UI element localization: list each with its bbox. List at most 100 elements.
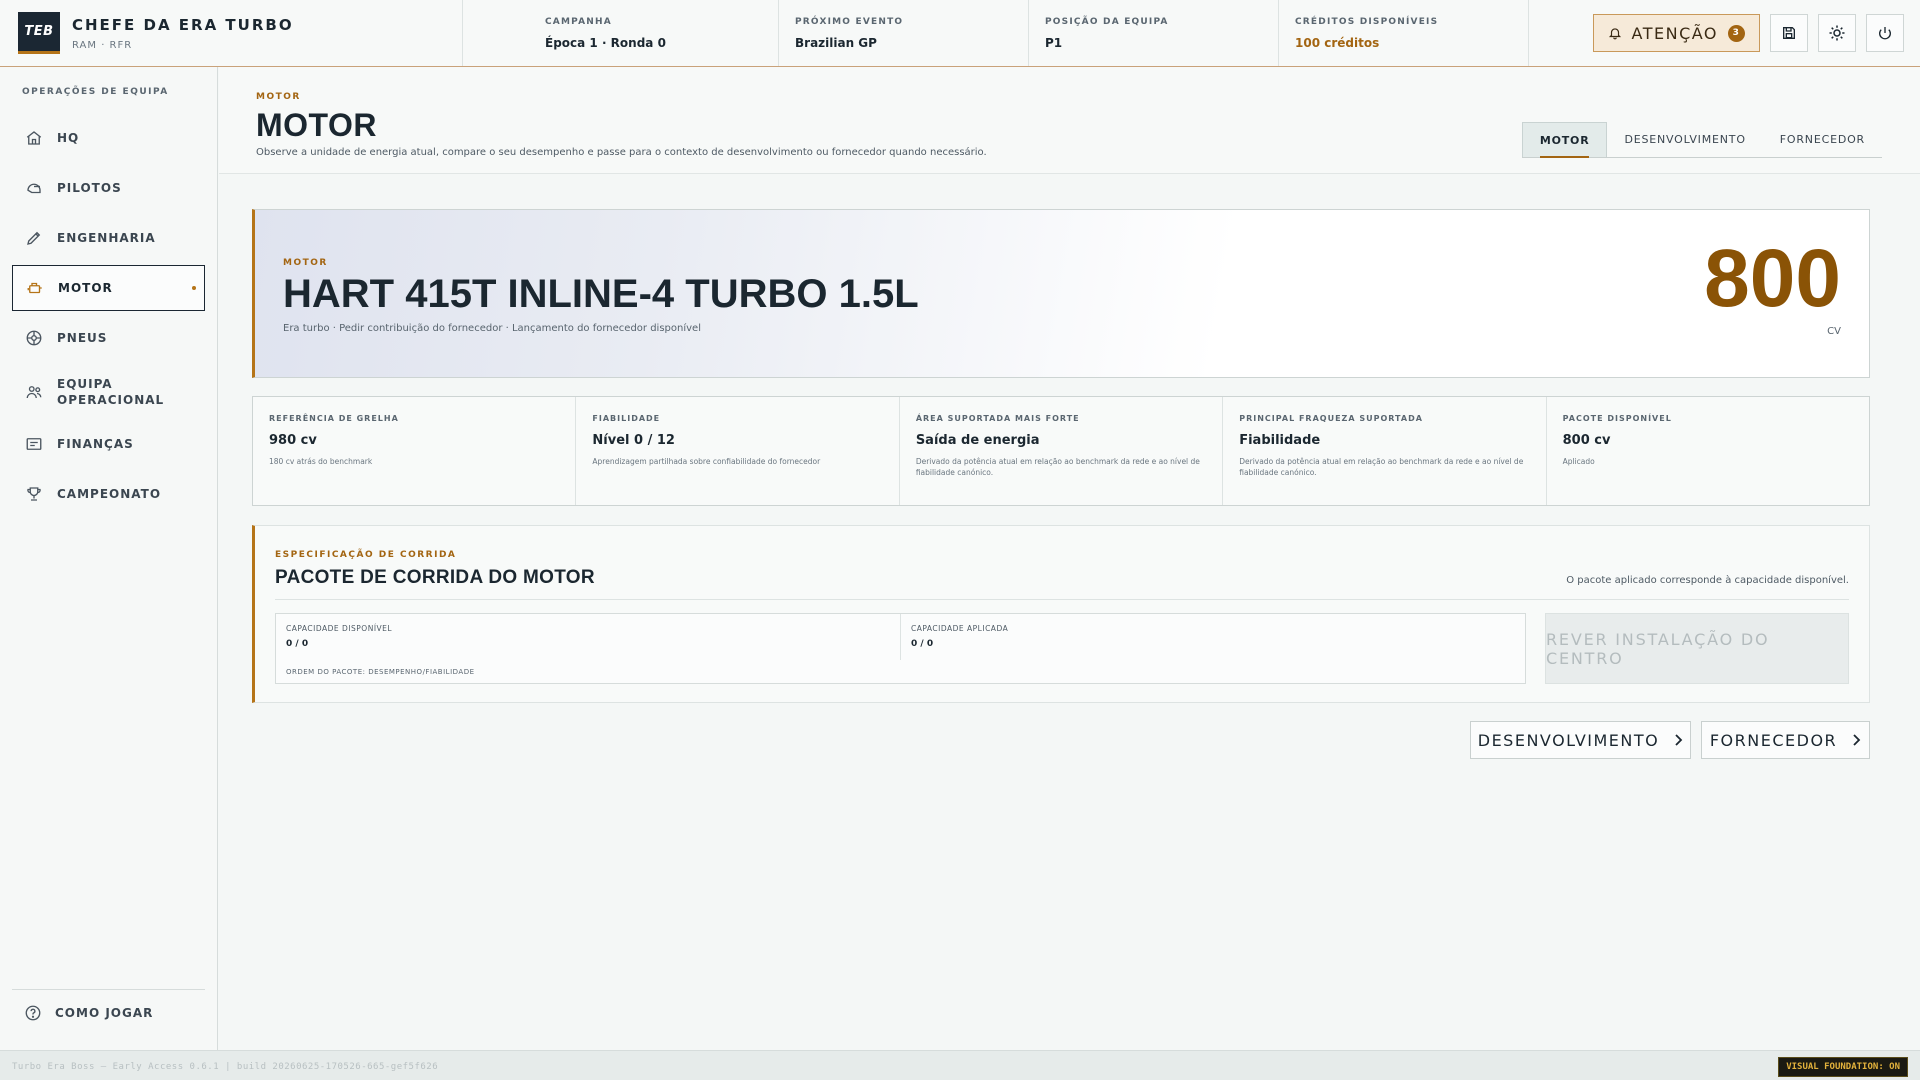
save-button[interactable]	[1770, 14, 1808, 52]
stat-cell-grid-reference: REFERÊNCIA DE GRELHA 980 cv 180 cv atrás…	[253, 397, 577, 505]
supplier-button-label: FORNECEDOR	[1709, 730, 1838, 750]
how-to-play-link[interactable]: COMO JOGAR	[12, 989, 205, 1035]
engine-icon	[25, 278, 45, 298]
help-icon	[24, 1004, 42, 1022]
header-actions: ATENÇÃO 3	[1529, 0, 1920, 66]
home-icon	[24, 128, 44, 148]
page-eyebrow: MOTOR	[256, 92, 301, 102]
sidebar-item-equipa-operacional[interactable]: EQUIPA OPERACIONAL	[12, 365, 205, 419]
stat-next-event: PRÓXIMO EVENTO Brazilian GP	[779, 0, 1029, 66]
cell-label: REFERÊNCIA DE GRELHA	[269, 414, 399, 423]
sidebar-item-pilotos[interactable]: PILOTOS	[12, 165, 205, 211]
helmet-icon	[24, 178, 44, 198]
sidebar-item-label: CAMPEONATO	[57, 487, 162, 501]
people-icon	[24, 382, 44, 402]
sun-icon	[1828, 24, 1846, 42]
cell-note: Aprendizagem partilhada sobre confiabili…	[592, 457, 821, 466]
sidebar-item-label: HQ	[57, 131, 80, 145]
stat-label: CAMPANHA	[545, 16, 612, 27]
save-icon	[1781, 25, 1797, 41]
capacity-box: CAPACIDADE DISPONÍVEL 0 / 0 CAPACIDADE A…	[275, 613, 1526, 684]
engine-name: HART 415T INLINE-4 TURBO 1.5L	[283, 272, 919, 316]
cell-label: FIABILIDADE	[592, 414, 661, 423]
theme-toggle-button[interactable]	[1818, 14, 1856, 52]
tab-desenvolvimento[interactable]: DESENVOLVIMENTO	[1607, 122, 1762, 157]
finance-icon	[24, 434, 44, 454]
stat-value: Época 1 · Ronda 0	[545, 35, 666, 50]
stat-value: 100 créditos	[1295, 35, 1380, 50]
tab-motor[interactable]: MOTOR	[1521, 122, 1608, 158]
page-header: MOTOR MOTOR Observe a unidade de energia…	[219, 67, 1920, 174]
sidebar-item-label: MOTOR	[58, 281, 113, 295]
sidebar-item-financas[interactable]: FINANÇAS	[12, 421, 205, 467]
top-header: TEB CHEFE DA ERA TURBO RAM · RFR CAMPANH…	[0, 0, 1920, 67]
stat-cell-main-weakness: PRINCIPAL FRAQUEZA SUPORTADA Fiabilidade…	[1223, 397, 1547, 505]
package-order: ORDEM DO PACOTE: DESEMPENHO/FIABILIDADE	[286, 668, 475, 676]
supplier-button[interactable]: FORNECEDOR	[1701, 721, 1870, 759]
page-title: MOTOR	[256, 107, 378, 143]
engine-hero-card: MOTOR HART 415T INLINE-4 TURBO 1.5L Era …	[252, 209, 1870, 378]
app-logo: TEB	[18, 12, 60, 54]
build-info: Turbo Era Boss — Early Access 0.6.1 | bu…	[12, 1062, 439, 1072]
sidebar-item-pneus[interactable]: PNEUS	[12, 315, 205, 361]
sidebar-nav: HQ PILOTOS ENGENHARIA MOTOR PNEUS EQUIPA…	[12, 115, 205, 521]
tab-fornecedor[interactable]: FORNECEDOR	[1763, 122, 1882, 157]
hero-eyebrow: MOTOR	[283, 258, 328, 268]
bell-icon	[1608, 26, 1622, 40]
applied-capacity-label: CAPACIDADE APLICADA	[911, 624, 1009, 633]
sidebar-item-label-line2: OPERACIONAL	[57, 393, 165, 407]
chevron-right-icon	[1673, 734, 1683, 746]
stat-value: P1	[1045, 35, 1063, 50]
stat-value: Brazilian GP	[795, 35, 877, 50]
cell-note: Derivado da potência atual em relação ao…	[1239, 457, 1524, 477]
spec-note: O pacote aplicado corresponde à capacida…	[1566, 575, 1849, 586]
cell-note: 180 cv atrás do benchmark	[269, 457, 373, 466]
power-icon	[1877, 25, 1893, 41]
sidebar-heading: OPERAÇÕES DE EQUIPA	[22, 87, 169, 97]
stat-label: CRÉDITOS DISPONÍVEIS	[1295, 16, 1439, 27]
sidebar-item-motor[interactable]: MOTOR	[12, 265, 205, 311]
available-capacity-value: 0 / 0	[286, 639, 309, 649]
sidebar: OPERAÇÕES DE EQUIPA HQ PILOTOS ENGENHARI…	[0, 67, 218, 1050]
cell-note: Aplicado	[1562, 457, 1595, 466]
cell-value: Saída de energia	[915, 433, 1040, 448]
sidebar-item-label-line1: EQUIPA	[57, 377, 113, 391]
active-indicator-dot	[192, 286, 196, 290]
divider	[275, 599, 1849, 600]
cell-label: ÁREA SUPORTADA MAIS FORTE	[915, 414, 1080, 423]
stat-cell-strongest-area: ÁREA SUPORTADA MAIS FORTE Saída de energ…	[900, 397, 1224, 505]
page-tabs: MOTOR DESENVOLVIMENTO FORNECEDOR	[1521, 122, 1882, 158]
sidebar-item-hq[interactable]: HQ	[12, 115, 205, 161]
development-button[interactable]: DESENVOLVIMENTO	[1470, 721, 1691, 759]
sidebar-item-label: EQUIPA OPERACIONAL	[57, 376, 164, 408]
attention-label: ATENÇÃO	[1631, 23, 1718, 43]
applied-capacity: CAPACIDADE APLICADA 0 / 0	[901, 614, 1525, 660]
cell-value: 800 cv	[1562, 433, 1611, 448]
quit-button[interactable]	[1866, 14, 1904, 52]
spec-title: PACOTE DE CORRIDA DO MOTOR	[275, 567, 595, 588]
pencil-icon	[24, 228, 44, 248]
race-spec-panel: ESPECIFICAÇÃO DE CORRIDA PACOTE DE CORRI…	[252, 525, 1870, 703]
cell-label: PRINCIPAL FRAQUEZA SUPORTADA	[1239, 414, 1423, 423]
review-installation-button[interactable]: REVER INSTALAÇÃO DO CENTRO	[1545, 613, 1849, 684]
attention-button[interactable]: ATENÇÃO 3	[1592, 14, 1760, 52]
stat-team-position: POSIÇÃO DA EQUIPA P1	[1029, 0, 1279, 66]
cell-value: 980 cv	[269, 433, 317, 448]
cell-value: Nível 0 / 12	[592, 433, 675, 448]
tire-icon	[24, 328, 44, 348]
trophy-icon	[24, 484, 44, 504]
how-to-play-label: COMO JOGAR	[55, 1005, 154, 1020]
sidebar-item-engenharia[interactable]: ENGENHARIA	[12, 215, 205, 261]
sidebar-item-campeonato[interactable]: CAMPEONATO	[12, 471, 205, 517]
cell-value: Fiabilidade	[1239, 433, 1321, 448]
available-capacity: CAPACIDADE DISPONÍVEL 0 / 0	[276, 614, 901, 660]
engine-power-value: 800	[1704, 233, 1841, 324]
stat-cell-reliability: FIABILIDADE Nível 0 / 12 Aprendizagem pa…	[576, 397, 900, 505]
sidebar-item-label: FINANÇAS	[57, 437, 134, 451]
sidebar-item-label: PILOTOS	[57, 181, 122, 195]
applied-capacity-value: 0 / 0	[911, 639, 934, 649]
engine-stats-grid: REFERÊNCIA DE GRELHA 980 cv 180 cv atrás…	[252, 396, 1870, 506]
stat-cell-available-package: PACOTE DISPONÍVEL 800 cv Aplicado	[1547, 397, 1869, 505]
development-button-label: DESENVOLVIMENTO	[1477, 730, 1660, 750]
stat-campaign: CAMPANHA Época 1 · Ronda 0	[463, 0, 779, 66]
